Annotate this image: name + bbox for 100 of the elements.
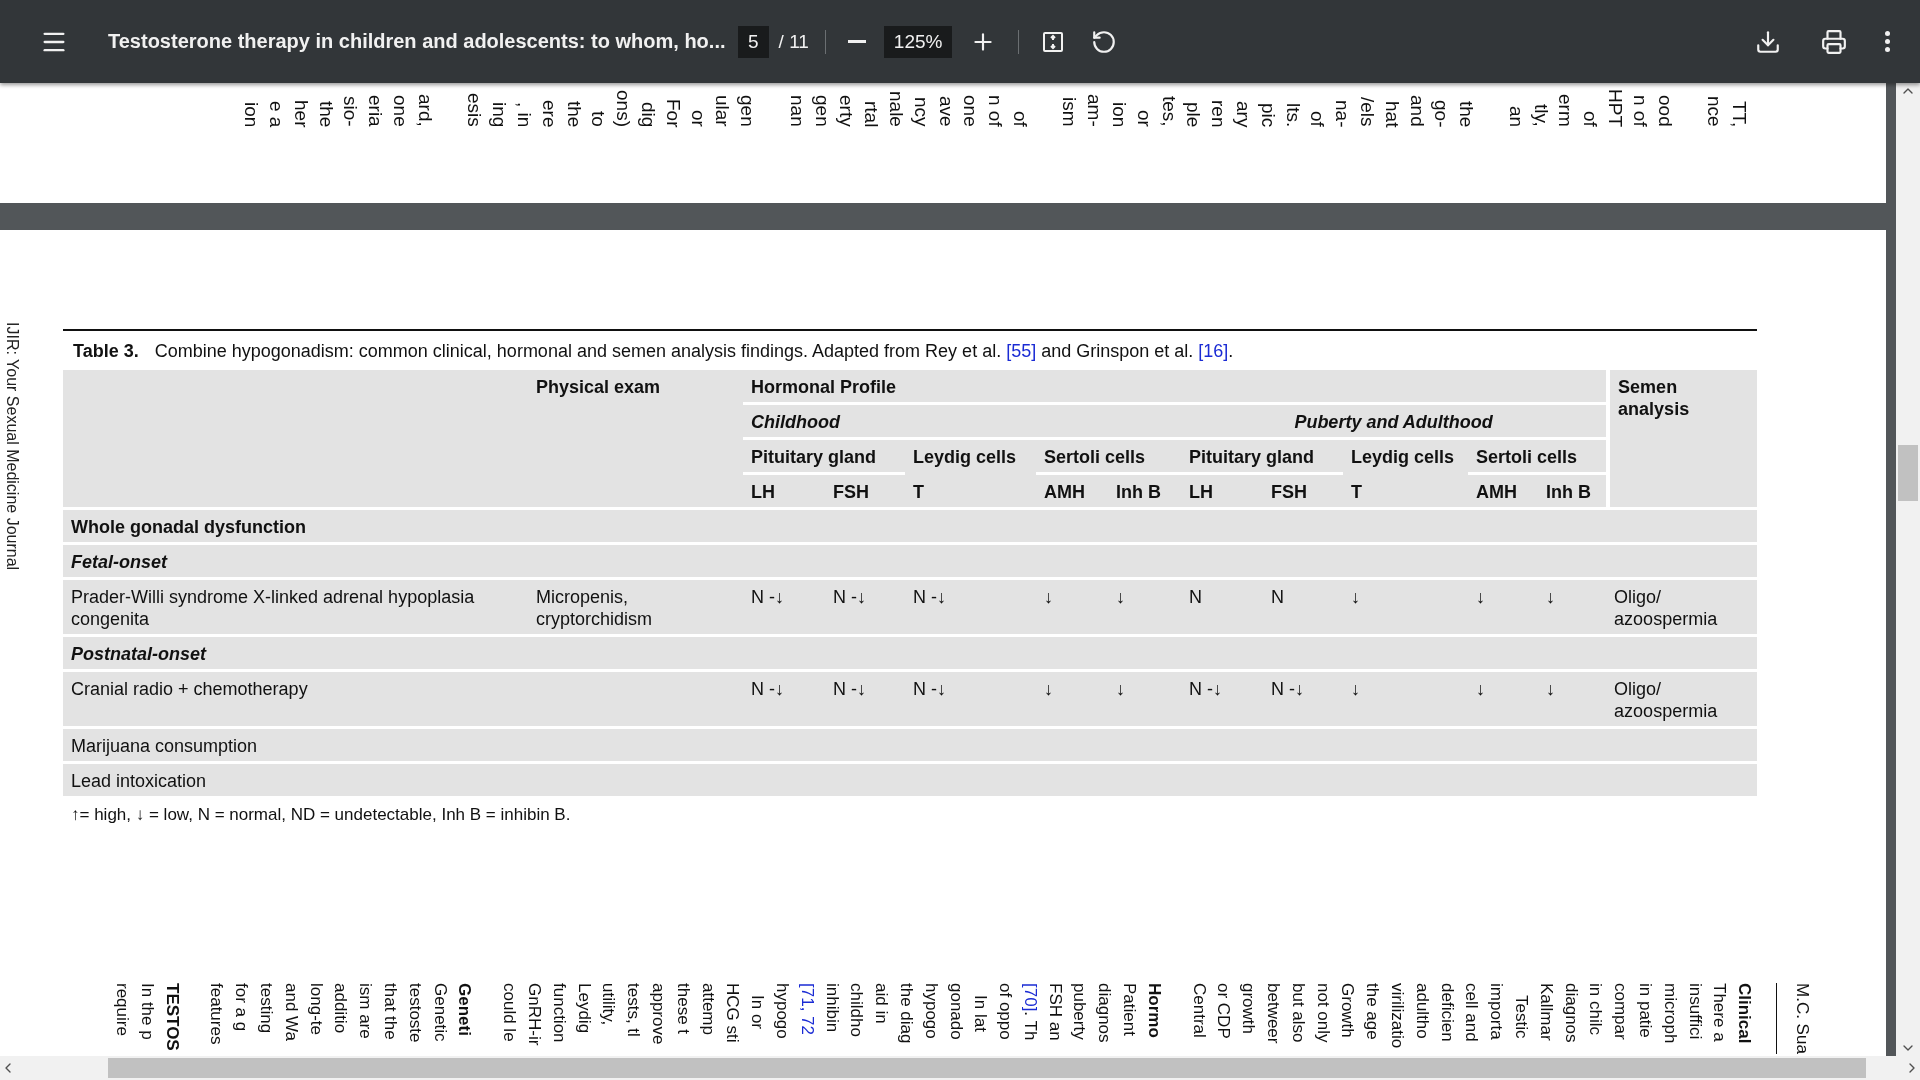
text-line: dig xyxy=(636,100,660,127)
row-heading: Fetal-onset xyxy=(63,545,1758,580)
text-line: one xyxy=(959,94,983,127)
text-line: importa xyxy=(1486,983,1508,1042)
page-number-field[interactable]: 5 xyxy=(738,25,769,58)
text-line: the xyxy=(562,99,586,127)
citation-link[interactable]: [71, 72 xyxy=(797,983,817,1036)
table-cell: N xyxy=(1181,580,1263,637)
text-line: For xyxy=(661,97,685,127)
text-line: testing xyxy=(256,983,277,1036)
column-header: AMH xyxy=(1468,475,1538,510)
text-line: that the xyxy=(379,983,401,1042)
table-cell: N -↓ xyxy=(905,672,1036,729)
column-header: FSH xyxy=(1263,475,1343,510)
horizontal-scrollbar[interactable] xyxy=(0,1056,1920,1080)
scroll-thumb[interactable] xyxy=(1898,445,1918,501)
text-line: one xyxy=(388,94,412,127)
text-line: na- xyxy=(1331,98,1355,127)
text-line: rtal xyxy=(860,99,884,127)
text-line: erm xyxy=(1554,93,1578,127)
text-line: features xyxy=(206,983,228,1047)
text-line: microph xyxy=(1659,983,1681,1046)
text-line: diagnos xyxy=(1094,983,1116,1045)
text-line: ple xyxy=(1182,100,1206,127)
text-line: ion xyxy=(1108,100,1132,127)
table-cell: N -↓ xyxy=(825,580,905,637)
row-heading: Whole gonadal dysfunction xyxy=(63,510,1758,545)
text-line: lts. xyxy=(1281,101,1305,127)
table-cell: N -↓ xyxy=(743,580,825,637)
text-line: nan xyxy=(785,94,809,127)
text-line: [70]. Th xyxy=(1019,983,1041,1043)
text-line: TT, xyxy=(1728,99,1751,127)
text-line: /els xyxy=(1356,96,1380,127)
text-line: additio xyxy=(330,983,352,1036)
text-line: approve xyxy=(647,983,669,1047)
row-heading: Postnatal-onset xyxy=(63,637,1758,672)
column-header: FSH xyxy=(825,475,905,510)
citation-link[interactable]: [70] xyxy=(1020,983,1040,1012)
text-line: tests, tl xyxy=(623,983,645,1039)
table-cell: Marijuana consumption xyxy=(63,729,528,764)
text-line: GnRH-ir xyxy=(523,983,545,1048)
column-header: AMH xyxy=(1036,475,1108,510)
text-line: adultho xyxy=(1411,983,1433,1041)
text-line: go- xyxy=(1430,98,1454,127)
column-header: LH xyxy=(1181,475,1263,510)
text-line: ion xyxy=(240,100,264,127)
text-line: childho xyxy=(846,983,868,1039)
vertical-scrollbar[interactable] xyxy=(1896,83,1920,1056)
text-line: utility, xyxy=(598,983,620,1028)
table-cell: Cranial radio + chemotherapy xyxy=(63,672,528,729)
text-line: tly, xyxy=(1529,103,1553,127)
text-line: and xyxy=(1405,94,1429,127)
section-heading: Clinical xyxy=(1734,983,1756,1046)
document-title: Testosterone therapy in children and adolescents: to whom, ho... xyxy=(108,30,727,53)
text-line: am- xyxy=(1083,93,1107,127)
section-heading: TESTOS xyxy=(161,983,183,1053)
column-header: Sertoli cells xyxy=(1036,440,1181,475)
text-line: Kallmar xyxy=(1535,983,1557,1043)
text-line: hat xyxy=(1380,99,1404,127)
text-line: ism are xyxy=(355,983,377,1041)
text-line: or CDP xyxy=(1213,983,1235,1041)
text-line: inhibin xyxy=(821,983,843,1035)
citation-link[interactable]: [16] xyxy=(1198,341,1229,361)
text-line: the age xyxy=(1362,983,1384,1042)
text-line: of oppo xyxy=(995,983,1017,1042)
text-line: Central xyxy=(1188,983,1210,1040)
column-header: T xyxy=(1343,475,1468,510)
table-cell: ↓ xyxy=(1036,672,1108,729)
text-line: HPT xyxy=(1604,88,1627,127)
text-line: for a g xyxy=(231,983,253,1034)
text-line: growth xyxy=(1238,983,1260,1037)
table-cell: ↓ xyxy=(1343,672,1468,729)
text-line: ary xyxy=(1232,99,1256,127)
text-line: n of xyxy=(1628,94,1652,127)
table-cell: Micropenis, cryptorchidism xyxy=(528,580,743,637)
text-line: nce xyxy=(1703,95,1727,127)
citation-link[interactable]: [55] xyxy=(1006,341,1037,361)
text-line: ular xyxy=(711,94,735,127)
column-header: Pituitary gland xyxy=(743,440,905,475)
table-cell: ↓ xyxy=(1108,672,1181,729)
table-cell: N -↓ xyxy=(1181,672,1263,729)
column-header: Hormonal Profile xyxy=(743,370,1607,405)
zoom-field[interactable]: 125% xyxy=(883,25,953,58)
text-line: ism xyxy=(1058,96,1082,127)
table-cell: ↓ xyxy=(1108,580,1181,637)
text-line: There a xyxy=(1709,983,1731,1044)
text-line: hypogo xyxy=(920,983,942,1041)
column-header: Inh B xyxy=(1538,475,1607,510)
text-line: In or xyxy=(747,994,769,1032)
table-cell: ↓ xyxy=(1468,580,1538,637)
text-line: the diag xyxy=(895,983,917,1046)
text-line: ave xyxy=(934,95,958,127)
rotate-icon xyxy=(1091,28,1118,55)
running-head: M.C. Sua xyxy=(1776,983,1814,1054)
text-line: erty xyxy=(835,94,859,127)
scroll-thumb[interactable] xyxy=(108,1058,1866,1078)
text-line: nale xyxy=(884,90,908,127)
text-line: virilizatio xyxy=(1387,983,1409,1051)
text-line: and Wa xyxy=(280,983,302,1044)
table-cell: ↓ xyxy=(1538,580,1607,637)
